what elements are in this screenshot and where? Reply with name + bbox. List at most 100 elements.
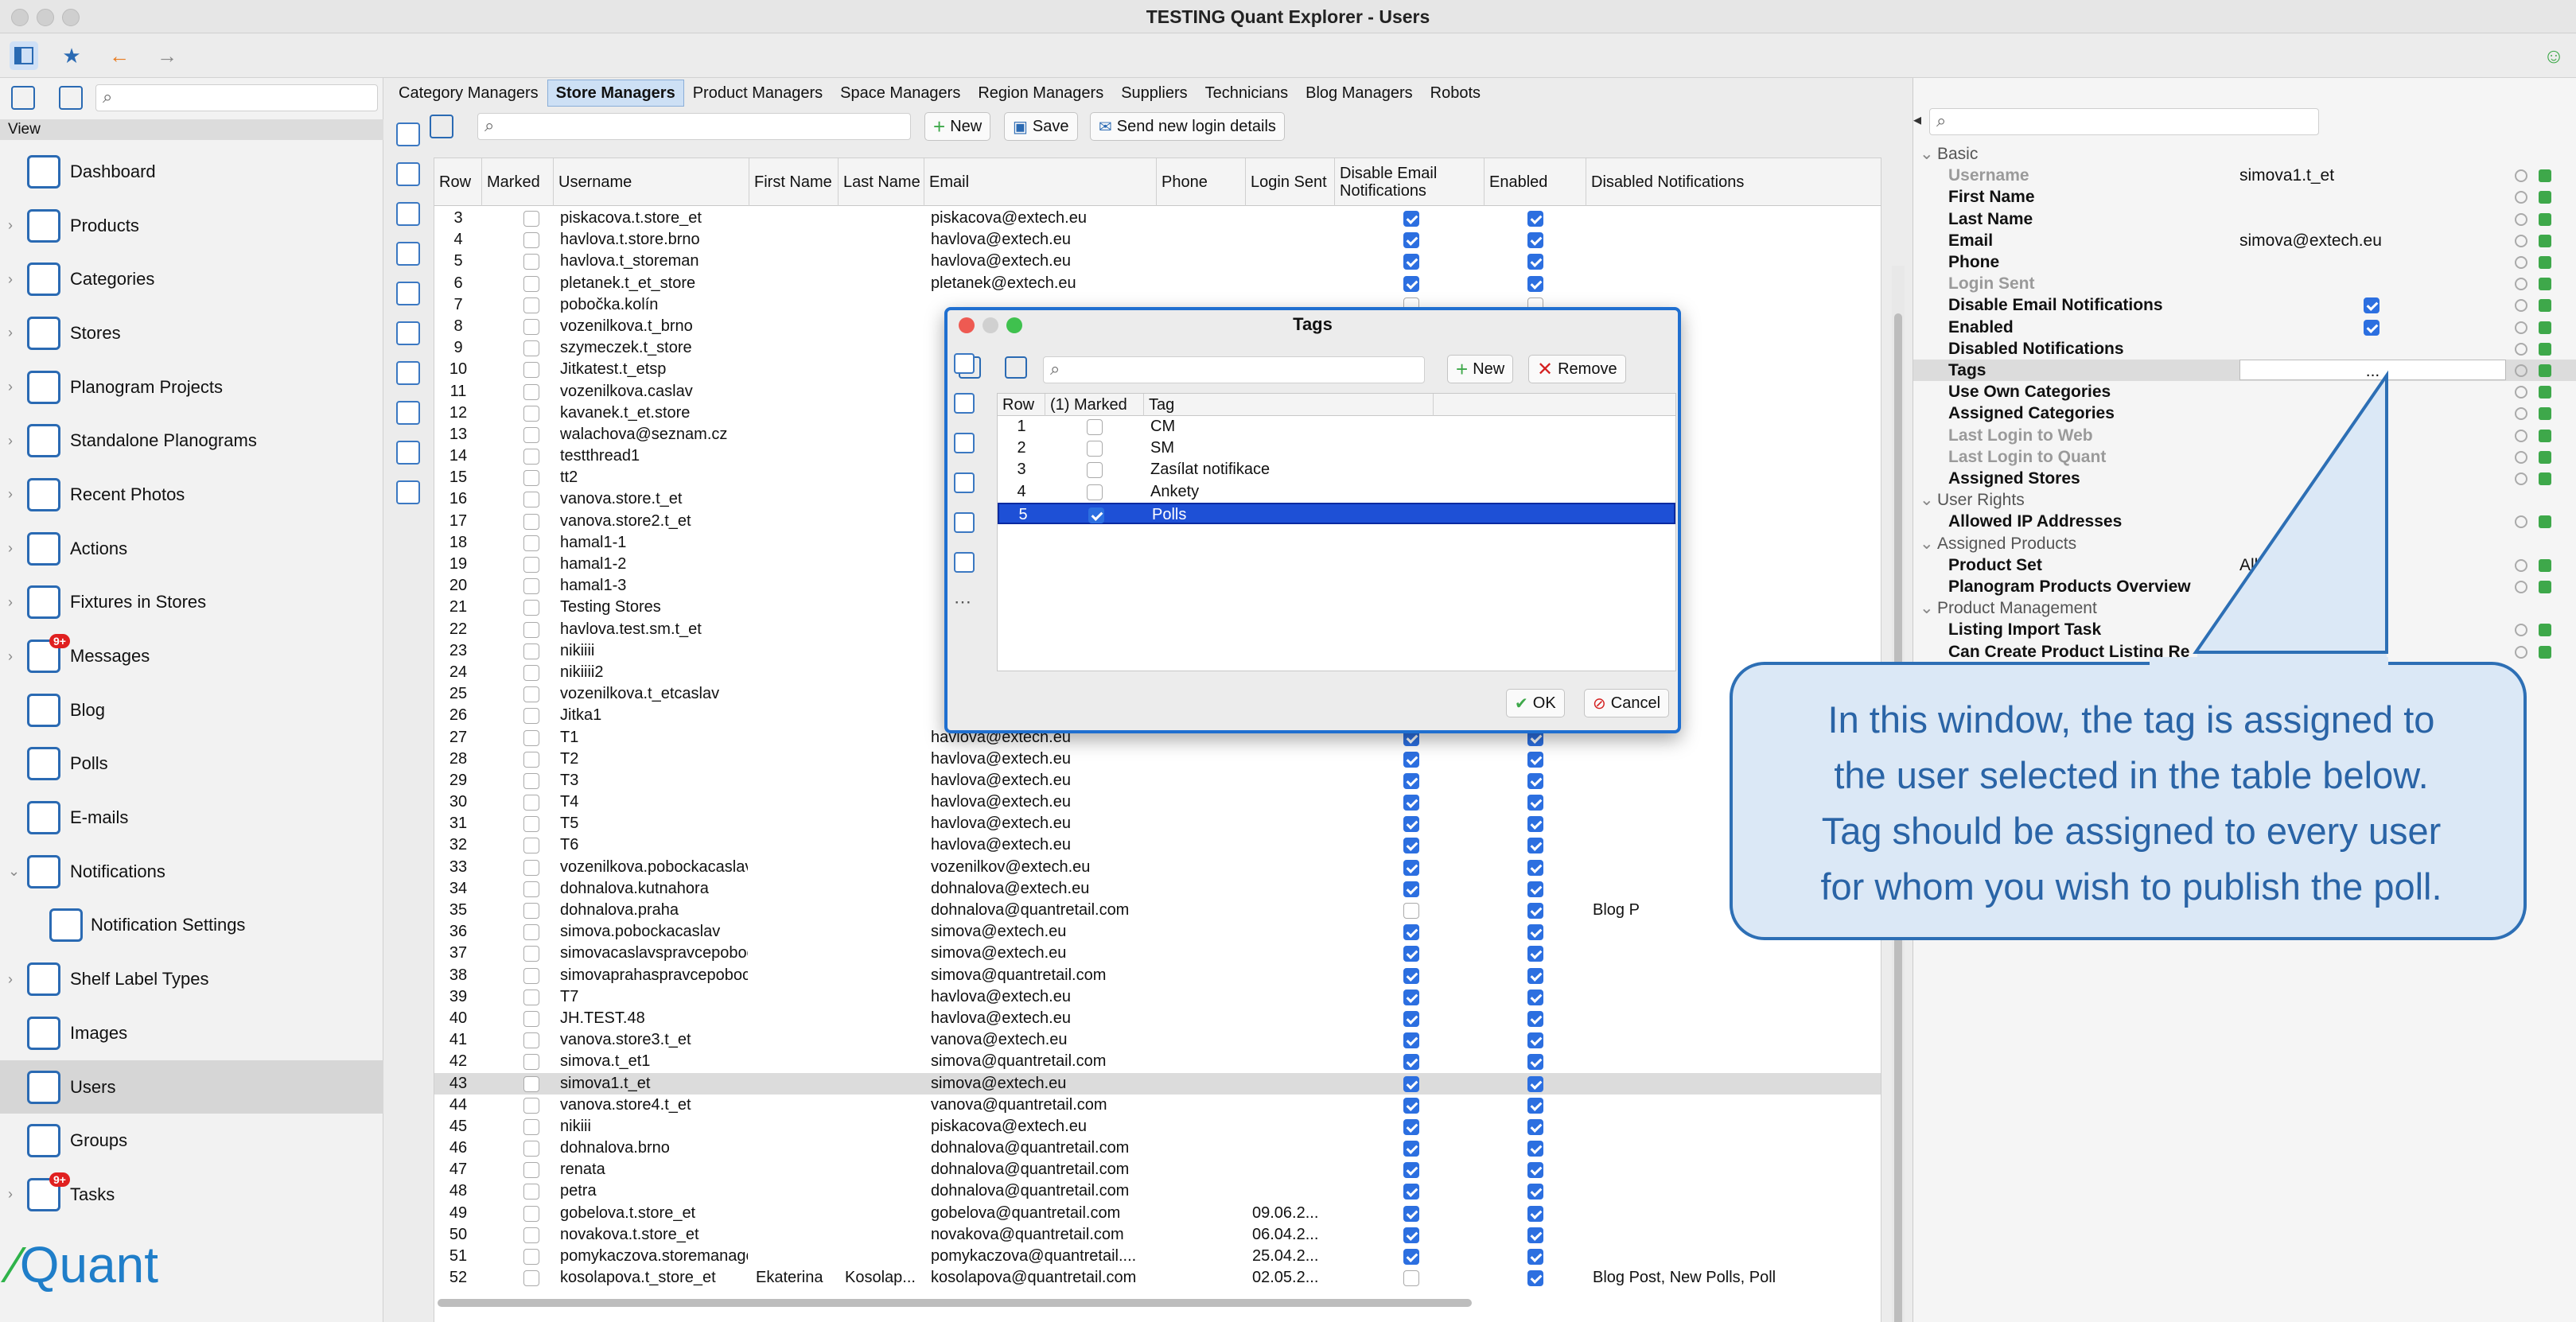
property-login-sent[interactable]: Login Sent	[1913, 273, 2576, 294]
dialog-search-input[interactable]: ⌕	[1043, 356, 1425, 383]
marked-checkbox[interactable]	[523, 643, 539, 659]
table-row[interactable]: 45 nikiii piskacova@extech.eu	[434, 1116, 1881, 1137]
reset-icon[interactable]	[2515, 407, 2527, 421]
excel-export-icon[interactable]	[954, 512, 975, 533]
edit-icon[interactable]	[2539, 450, 2551, 464]
reset-icon[interactable]	[2515, 299, 2527, 313]
table-row[interactable]: 38 simovaprahaspravcepobocky simova@quantr…	[434, 965, 1881, 986]
enabled-checkbox[interactable]	[1527, 1054, 1543, 1071]
list-icon[interactable]	[954, 472, 975, 493]
marked-checkbox[interactable]	[523, 535, 539, 551]
table-layout-icon[interactable]	[396, 441, 420, 465]
marked-checkbox[interactable]	[523, 729, 539, 746]
marked-checkbox[interactable]	[523, 686, 539, 703]
tab-technicians[interactable]: Technicians	[1197, 80, 1298, 107]
edit-icon[interactable]	[2539, 169, 2551, 183]
chevron-right-icon[interactable]: ›	[8, 648, 13, 665]
enabled-checkbox[interactable]	[1527, 772, 1543, 789]
disable-email-checkbox[interactable]	[1403, 1010, 1419, 1027]
enabled-checkbox[interactable]	[1527, 1205, 1543, 1222]
reset-icon[interactable]	[2515, 212, 2527, 226]
marked-checkbox[interactable]	[523, 1097, 539, 1114]
property-value[interactable]: simova1.t_et	[2239, 165, 2506, 185]
property-first-name[interactable]: First Name	[1913, 186, 2576, 208]
disable-email-checkbox[interactable]	[1403, 254, 1419, 270]
disable-email-checkbox[interactable]	[1403, 946, 1419, 962]
chevron-right-icon[interactable]: ›	[8, 594, 13, 611]
marked-checkbox[interactable]	[523, 1184, 539, 1200]
table-search-input[interactable]: ⌕	[477, 113, 911, 140]
tab-product-managers[interactable]: Product Managers	[684, 80, 831, 107]
property-checkbox[interactable]	[2364, 297, 2379, 314]
table-row[interactable]: 46 dohnalova.brno dohnalova@quantretail.co…	[434, 1137, 1881, 1159]
table-row[interactable]: 33 vozenilkova.pobockacaslav vozenilkov@ex…	[434, 857, 1881, 878]
chevron-right-icon[interactable]: ›	[8, 540, 13, 557]
enabled-checkbox[interactable]	[1527, 232, 1543, 249]
paste-icon[interactable]	[954, 393, 975, 414]
table-row[interactable]: 35 dohnalova.praha dohnalova@quantretail.c…	[434, 900, 1881, 921]
enabled-checkbox[interactable]	[1527, 1118, 1543, 1135]
sidebar-item-polls[interactable]: Polls	[0, 737, 383, 791]
marked-checkbox[interactable]	[523, 708, 539, 725]
property-value[interactable]	[2239, 273, 2506, 294]
reset-icon[interactable]	[2515, 342, 2527, 356]
tab-category-managers[interactable]: Category Managers	[390, 80, 547, 107]
marked-checkbox[interactable]	[523, 838, 539, 854]
sidebar-item-stores[interactable]: › Stores	[0, 306, 383, 360]
marked-checkbox[interactable]	[523, 557, 539, 573]
marked-checkbox[interactable]	[523, 600, 539, 616]
enabled-checkbox[interactable]	[1527, 254, 1543, 270]
marked-checkbox[interactable]	[523, 492, 539, 508]
excel-import-icon[interactable]	[954, 552, 975, 573]
marked-checkbox[interactable]	[523, 924, 539, 941]
enabled-checkbox[interactable]	[1527, 1249, 1543, 1265]
edit-icon[interactable]	[2539, 581, 2551, 593]
reset-icon[interactable]	[2515, 169, 2527, 183]
sidebar-item-recent-photos[interactable]: › Recent Photos	[0, 468, 383, 522]
copy-icon[interactable]	[954, 353, 975, 374]
column-phone[interactable]: Phone	[1157, 158, 1246, 206]
table-row[interactable]: 4 havlova.t.store.brno havlova@extech.eu	[434, 229, 1881, 251]
sidebar-item-blog[interactable]: Blog	[0, 683, 383, 737]
edit-icon[interactable]	[2539, 191, 2551, 204]
chevron-right-icon[interactable]: ›	[8, 271, 13, 288]
sidebar-item-categories[interactable]: › Categories	[0, 252, 383, 306]
marked-checkbox[interactable]	[523, 513, 539, 530]
sidebar-item-fixtures-in-stores[interactable]: › Fixtures in Stores	[0, 576, 383, 630]
property-enabled[interactable]: Enabled	[1913, 317, 2576, 338]
marked-checkbox[interactable]	[523, 621, 539, 638]
reset-icon[interactable]	[2515, 558, 2527, 572]
chevron-down-icon[interactable]: ⌄	[1920, 533, 1934, 554]
edit-icon[interactable]	[2539, 515, 2551, 529]
sidebar-item-groups[interactable]: Groups	[0, 1114, 383, 1168]
column-login-sent[interactable]: Login Sent	[1246, 158, 1335, 206]
table-row[interactable]: 51 pomykaczova.storemanager pomykaczova@qu…	[434, 1246, 1881, 1267]
property-disable-email-notifications[interactable]: Disable Email Notifications	[1913, 294, 2576, 316]
reset-icon[interactable]	[2515, 624, 2527, 637]
table-row[interactable]: 48 petra dohnalova@quantretail.com	[434, 1180, 1881, 1202]
property-checkbox[interactable]	[2364, 319, 2379, 336]
marked-checkbox[interactable]	[523, 1032, 539, 1049]
sidebar-item-actions[interactable]: › Actions	[0, 522, 383, 576]
disable-email-checkbox[interactable]	[1403, 838, 1419, 854]
reset-icon[interactable]	[2515, 472, 2527, 485]
column-marked[interactable]: Marked	[482, 158, 554, 206]
disable-email-checkbox[interactable]	[1403, 1054, 1419, 1071]
marked-checkbox[interactable]	[523, 318, 539, 335]
horizontal-scroll-thumb[interactable]	[438, 1299, 1472, 1307]
disable-email-checkbox[interactable]	[1403, 1184, 1419, 1200]
table-row[interactable]: 28 T2 havlova@extech.eu	[434, 748, 1881, 770]
properties-search-input[interactable]: ⌕	[1929, 108, 2319, 135]
disable-email-checkbox[interactable]	[1403, 924, 1419, 941]
reset-icon[interactable]	[2515, 256, 2527, 269]
edit-icon[interactable]	[2539, 386, 2551, 399]
disable-email-checkbox[interactable]	[1403, 751, 1419, 768]
reset-icon[interactable]	[2515, 429, 2527, 442]
marked-checkbox[interactable]	[523, 1054, 539, 1071]
table-row[interactable]: 40 JH.TEST.48 havlova@extech.eu	[434, 1008, 1881, 1029]
copy-icon[interactable]	[396, 162, 420, 186]
enabled-checkbox[interactable]	[1527, 989, 1543, 1005]
favorites-star-icon[interactable]: ★	[57, 41, 86, 70]
property-email[interactable]: Email simova@extech.eu	[1913, 230, 2576, 251]
table-row[interactable]: 52 kosolapova.t_store_et Ekaterina Kosolap.…	[434, 1267, 1881, 1289]
